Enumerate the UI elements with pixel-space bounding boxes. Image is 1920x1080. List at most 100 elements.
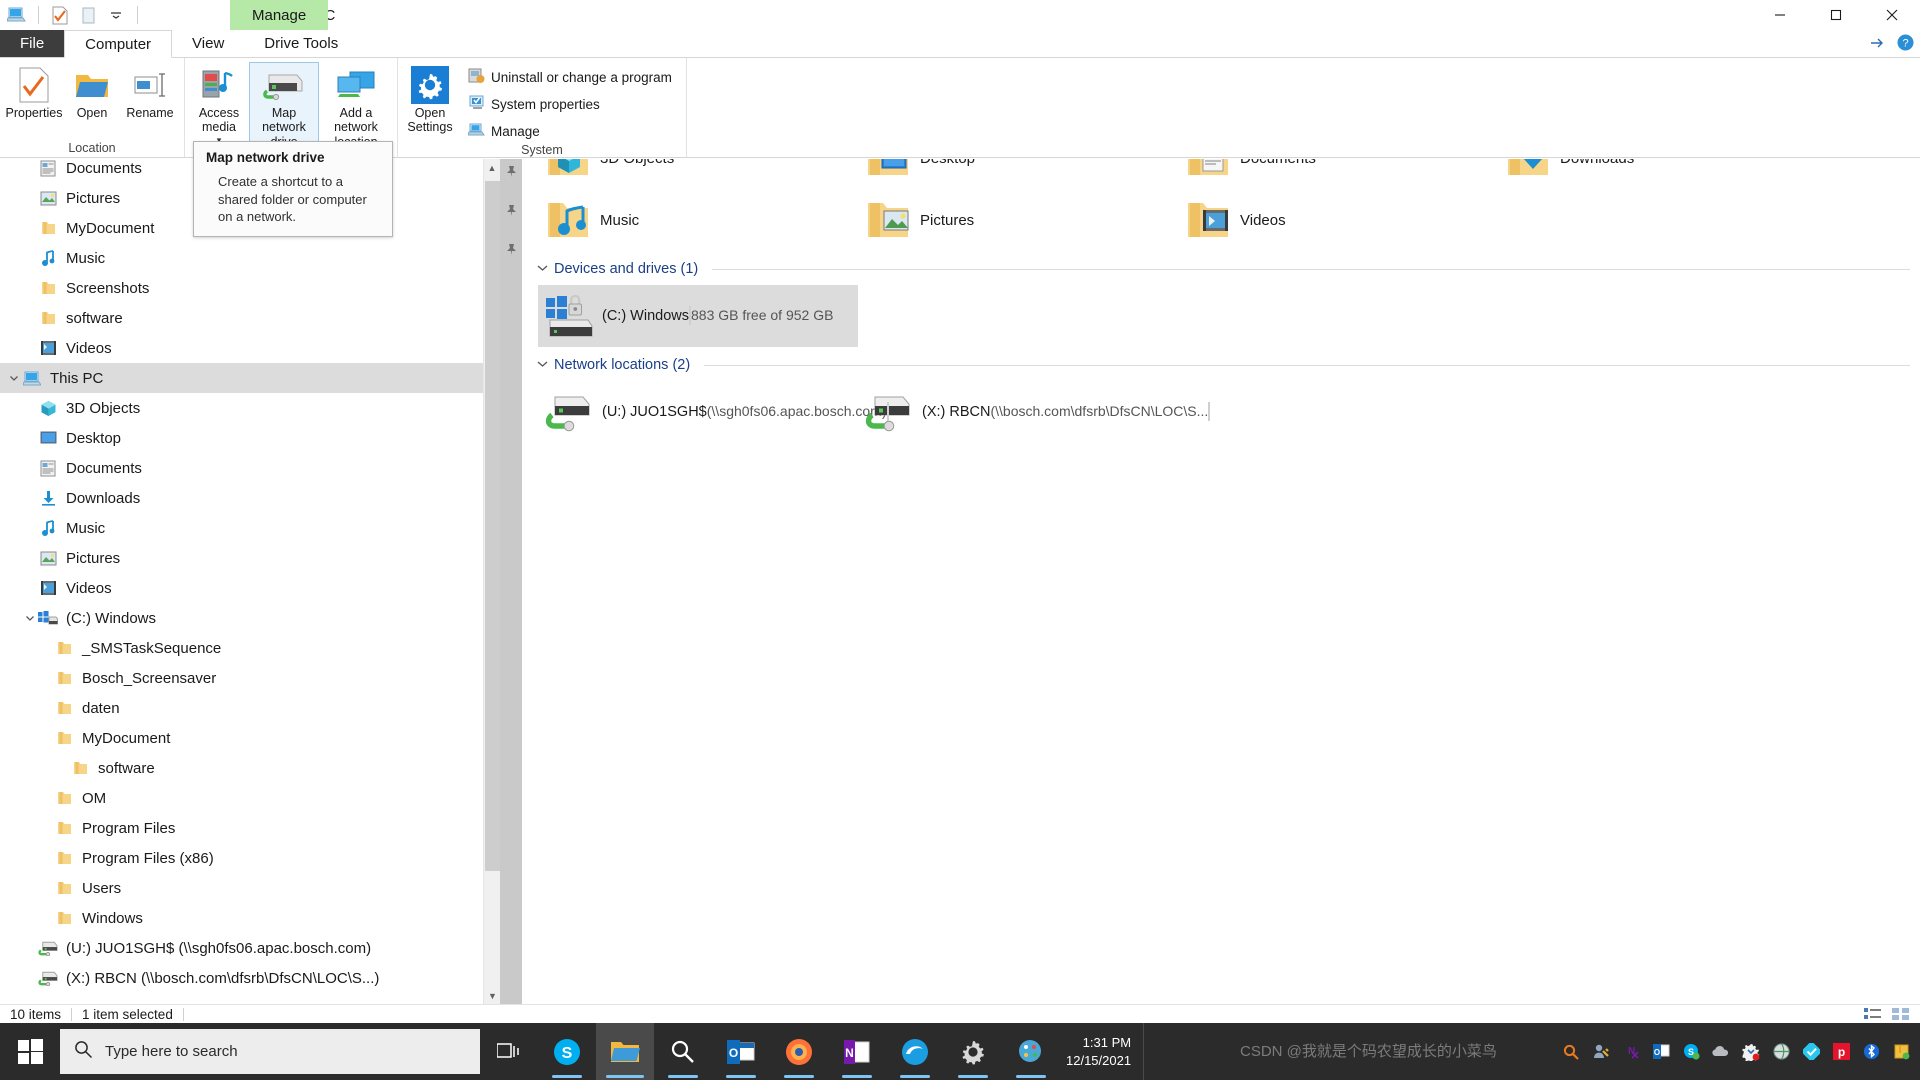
- folder-tile[interactable]: Music: [538, 189, 858, 251]
- folder-tile[interactable]: Videos: [1178, 189, 1498, 251]
- clock[interactable]: 1:31 PM 12/15/2021: [1060, 1023, 1143, 1080]
- globe-tray-icon[interactable]: [1766, 1023, 1796, 1080]
- sidebar-item-x-rbcn-bosch-com-dfsrb-dfscn-loc-s[interactable]: (X:) RBCN (\\bosch.com\dfsrb\DfsCN\LOC\S…: [0, 963, 500, 993]
- chevron-down-icon[interactable]: [22, 613, 38, 623]
- outlook-tray-icon[interactable]: O: [1646, 1023, 1676, 1080]
- new-folder-icon[interactable]: [77, 4, 99, 26]
- pin-icon[interactable]: [505, 165, 518, 182]
- sidebar-item-documents[interactable]: Documents: [0, 453, 500, 483]
- manage-button[interactable]: Manage: [464, 119, 676, 143]
- show-desktop-button[interactable]: [1143, 1023, 1151, 1080]
- outlook-icon[interactable]: O: [712, 1023, 770, 1080]
- pin-icon[interactable]: [505, 204, 518, 221]
- close-button[interactable]: [1864, 0, 1920, 30]
- sidebar-item-videos[interactable]: Videos: [0, 333, 500, 363]
- skype-tray-icon[interactable]: S: [1676, 1023, 1706, 1080]
- search-input[interactable]: Type here to search: [60, 1029, 480, 1074]
- collapse-ribbon-icon[interactable]: [1869, 36, 1885, 53]
- system-properties-button[interactable]: System properties: [464, 92, 676, 116]
- customize-dropdown-icon[interactable]: [105, 4, 127, 26]
- drive-tile[interactable]: (X:) RBCN(\\bosch.com\dfsrb\DfsCN\LOC\S.…: [858, 381, 1211, 443]
- properties-icon[interactable]: [49, 4, 71, 26]
- sidebar-item-users[interactable]: Users: [0, 873, 500, 903]
- sidebar-item-mydocument[interactable]: MyDocument: [0, 723, 500, 753]
- content-pane[interactable]: 3D Objects Desktop Documents Downloads Music…: [522, 159, 1920, 1004]
- onedrive-tray-icon[interactable]: [1706, 1023, 1736, 1080]
- tab-computer[interactable]: Computer: [64, 30, 173, 58]
- folder-tile[interactable]: 3D Objects: [538, 159, 858, 189]
- sidebar-item-downloads[interactable]: Downloads: [0, 483, 500, 513]
- firefox-icon[interactable]: [770, 1023, 828, 1080]
- tab-drive-tools[interactable]: Drive Tools: [244, 30, 359, 57]
- paint-icon[interactable]: [1002, 1023, 1060, 1080]
- sidebar-item-software[interactable]: software: [0, 753, 500, 783]
- access-media-button[interactable]: Access media ▾: [191, 62, 247, 148]
- config-tray-icon[interactable]: [1736, 1023, 1766, 1080]
- drive-tile[interactable]: (U:) JUO1SGH$(\\sgh0fs06.apac.bosch.com): [538, 381, 889, 443]
- user-account-tray-icon[interactable]: [1586, 1023, 1616, 1080]
- folder-tile[interactable]: Desktop: [858, 159, 1178, 189]
- chevron-down-icon[interactable]: [6, 373, 22, 383]
- onenote-icon[interactable]: N: [828, 1023, 886, 1080]
- folder-tile[interactable]: Documents: [1178, 159, 1498, 189]
- windows-search-icon[interactable]: [654, 1023, 712, 1080]
- details-view-icon[interactable]: [1862, 1006, 1884, 1022]
- snipping-tool-tray-icon[interactable]: N: [1616, 1023, 1646, 1080]
- sidebar-item-screenshots[interactable]: Screenshots: [0, 273, 500, 303]
- chevron-down-icon[interactable]: [536, 263, 548, 275]
- minimize-button[interactable]: [1752, 0, 1808, 30]
- large-icons-view-icon[interactable]: [1890, 1006, 1912, 1022]
- context-tab-manage[interactable]: Manage: [230, 0, 329, 30]
- sidebar-item-music[interactable]: Music: [0, 513, 500, 543]
- folder-tile[interactable]: Pictures: [858, 189, 1178, 251]
- search-tray-icon[interactable]: [1556, 1023, 1586, 1080]
- navigation-pane[interactable]: Documents Pictures MyDocument Music Screensh…: [0, 159, 500, 1004]
- open-button[interactable]: Open: [64, 62, 120, 123]
- archive-tray-icon[interactable]: [1886, 1023, 1916, 1080]
- sidebar-item-videos[interactable]: Videos: [0, 573, 500, 603]
- settings-icon[interactable]: [944, 1023, 1002, 1080]
- properties-button[interactable]: Properties: [6, 62, 63, 123]
- pin-icon[interactable]: [505, 243, 518, 260]
- group-header[interactable]: Network locations (2): [522, 353, 1920, 377]
- sidebar-item-program-files[interactable]: Program Files: [0, 813, 500, 843]
- rename-button[interactable]: Rename: [122, 62, 178, 123]
- scroll-up-arrow[interactable]: ▲: [484, 159, 500, 176]
- this-pc-icon[interactable]: [6, 4, 28, 26]
- sidebar-item-this-pc[interactable]: This PC: [0, 363, 500, 393]
- sidebar-item-windows[interactable]: Windows: [0, 903, 500, 933]
- sidebar-item-desktop[interactable]: Desktop: [0, 423, 500, 453]
- group-header[interactable]: Devices and drives (1): [522, 257, 1920, 281]
- sidebar-item-u-juo1sgh-sgh0fs06-apac-bosch-com[interactable]: (U:) JUO1SGH$ (\\sgh0fs06.apac.bosch.com…: [0, 933, 500, 963]
- navigation-scrollbar[interactable]: ▲ ▼: [483, 159, 500, 1004]
- sidebar-item-music[interactable]: Music: [0, 243, 500, 273]
- sidebar-item-c-windows[interactable]: (C:) Windows: [0, 603, 500, 633]
- sidebar-item-3d-objects[interactable]: 3D Objects: [0, 393, 500, 423]
- sidebar-item-bosch-screensaver[interactable]: Bosch_Screensaver: [0, 663, 500, 693]
- edge-icon[interactable]: [886, 1023, 944, 1080]
- uninstall-program-button[interactable]: Uninstall or change a program: [464, 65, 676, 89]
- tab-file[interactable]: File: [0, 30, 65, 57]
- maximize-button[interactable]: [1808, 0, 1864, 30]
- checkmark-tray-icon[interactable]: [1796, 1023, 1826, 1080]
- help-icon[interactable]: ?: [1897, 34, 1914, 55]
- sidebar-item-software[interactable]: software: [0, 303, 500, 333]
- tab-view[interactable]: View: [172, 30, 244, 57]
- opera-tray-icon[interactable]: p: [1826, 1023, 1856, 1080]
- chevron-down-icon[interactable]: [536, 359, 548, 371]
- sidebar-item-daten[interactable]: daten: [0, 693, 500, 723]
- scroll-down-arrow[interactable]: ▼: [484, 987, 500, 1004]
- navigation-scroll-thumb[interactable]: [485, 181, 500, 871]
- drive-tile[interactable]: (C:) Windows 883 GB free of 952 GB: [538, 285, 858, 347]
- add-network-location-button[interactable]: Add a network location: [321, 62, 391, 152]
- sidebar-item-smstasksequence[interactable]: _SMSTaskSequence: [0, 633, 500, 663]
- file-explorer-icon[interactable]: [596, 1023, 654, 1080]
- task-view-icon[interactable]: [480, 1023, 538, 1080]
- skype-icon[interactable]: S: [538, 1023, 596, 1080]
- sidebar-item-program-files-x86[interactable]: Program Files (x86): [0, 843, 500, 873]
- sidebar-item-pictures[interactable]: Pictures: [0, 543, 500, 573]
- folder-tile[interactable]: Downloads: [1498, 159, 1818, 189]
- open-settings-button[interactable]: Open Settings: [404, 62, 456, 138]
- windows-start-icon[interactable]: [0, 1023, 60, 1080]
- bluetooth-tray-icon[interactable]: [1856, 1023, 1886, 1080]
